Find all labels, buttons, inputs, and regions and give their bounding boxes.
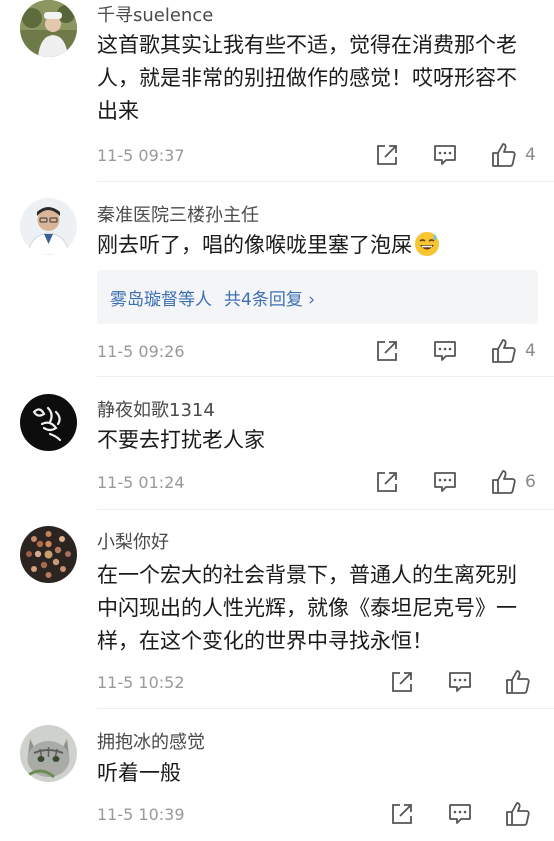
like-icon <box>506 670 530 694</box>
comment-icon <box>449 672 471 692</box>
sweat-smile-emoji <box>415 232 439 256</box>
comment-icon <box>434 145 456 165</box>
comment-username[interactable]: 秦准医院三楼孙主任 <box>97 201 259 227</box>
share-button[interactable] <box>390 802 414 826</box>
reply-button[interactable] <box>433 143 457 167</box>
reply-suffix: 等人 <box>178 290 212 310</box>
comment-text: 在一个宏大的社会背景下，普通人的生离死别中闪现出的人性光辉，就像《泰坦尼克号》一… <box>97 563 517 653</box>
like-button[interactable]: 6 <box>491 469 536 495</box>
share-button[interactable] <box>390 670 414 694</box>
comment-time: 11-5 09:37 <box>97 146 185 165</box>
comment-text-content: 刚去听了，唱的像喉咙里塞了泡屎 <box>97 233 412 257</box>
reply-button[interactable] <box>448 670 472 694</box>
comment-time: 11-5 09:26 <box>97 342 185 361</box>
comment-item: 秦准医院三楼孙主任 刚去听了，唱的像喉咙里塞了泡屎 雾岛璇督等人 共4条回复 › … <box>0 181 554 376</box>
user-avatar[interactable] <box>20 725 77 782</box>
comment-list: 千寻suelence 这首歌其实让我有些不适，觉得在消费那个老人，就是非常的别扭… <box>0 0 554 841</box>
view-replies-link[interactable]: 雾岛璇督等人 共4条回复 › <box>110 285 315 310</box>
share-button[interactable] <box>375 143 399 167</box>
user-avatar[interactable] <box>20 198 77 255</box>
comment-time: 11-5 10:39 <box>97 805 185 824</box>
user-avatar[interactable] <box>20 0 77 57</box>
share-icon <box>377 341 397 361</box>
comment-text: 听着一般 <box>97 761 181 785</box>
reply-button[interactable] <box>448 802 472 826</box>
comment-time: 11-5 10:52 <box>97 673 185 692</box>
user-avatar[interactable] <box>20 394 77 451</box>
reply-button[interactable] <box>433 470 457 494</box>
like-count: 6 <box>525 472 536 492</box>
share-icon <box>377 472 397 492</box>
comment-text: 这首歌其实让我有些不适，觉得在消费那个老人，就是非常的别扭做作的感觉！哎呀形容不… <box>97 33 517 123</box>
cat-avatar-image <box>20 725 77 782</box>
comment-item: 拥抱冰的感觉 听着一般 11-5 10:39 <box>0 708 554 841</box>
share-icon <box>377 145 397 165</box>
like-icon <box>492 143 516 167</box>
comment-item: 千寻suelence 这首歌其实让我有些不适，觉得在消费那个老人，就是非常的别扭… <box>0 0 554 180</box>
user-avatar[interactable] <box>20 526 77 583</box>
comment-icon <box>434 341 456 361</box>
comment-item: 静夜如歌1314 不要去打扰老人家 11-5 01:24 6 <box>0 376 554 509</box>
share-button[interactable] <box>375 470 399 494</box>
comment-time: 11-5 01:24 <box>97 473 185 492</box>
like-icon <box>492 339 516 363</box>
comment-username[interactable]: 千寻suelence <box>97 1 213 27</box>
like-button[interactable]: 4 <box>491 142 536 168</box>
comment-username[interactable]: 小梨你好 <box>97 528 169 554</box>
comment-icon <box>449 804 471 824</box>
share-icon <box>392 804 412 824</box>
comment-icon <box>434 472 456 492</box>
like-button[interactable]: 4 <box>491 338 536 364</box>
photo-avatar-image <box>20 0 77 57</box>
doctor-avatar-image <box>20 198 77 255</box>
comment-username[interactable]: 拥抱冰的感觉 <box>97 728 205 754</box>
reply-button[interactable] <box>433 339 457 363</box>
reply-usernames[interactable]: 雾岛璇督 <box>110 290 178 310</box>
reply-preview[interactable]: 雾岛璇督等人 共4条回复 › <box>97 270 538 324</box>
like-count: 4 <box>525 341 536 361</box>
like-button[interactable] <box>505 801 531 827</box>
like-icon <box>506 802 530 826</box>
like-count: 4 <box>525 145 536 165</box>
comment-text: 刚去听了，唱的像喉咙里塞了泡屎 <box>97 229 537 262</box>
comment-username[interactable]: 静夜如歌1314 <box>97 396 215 422</box>
like-button[interactable] <box>505 669 531 695</box>
reply-count[interactable]: 共4条回复 › <box>224 290 315 310</box>
share-button[interactable] <box>375 339 399 363</box>
comment-text: 不要去打扰老人家 <box>97 428 265 452</box>
comment-item: 小梨你好 在一个宏大的社会背景下，普通人的生离死别中闪现出的人性光辉，就像《泰坦… <box>0 509 554 708</box>
share-icon <box>392 672 412 692</box>
like-icon <box>492 470 516 494</box>
dots-avatar-image <box>20 526 77 583</box>
calligraphy-avatar-image <box>20 394 77 451</box>
